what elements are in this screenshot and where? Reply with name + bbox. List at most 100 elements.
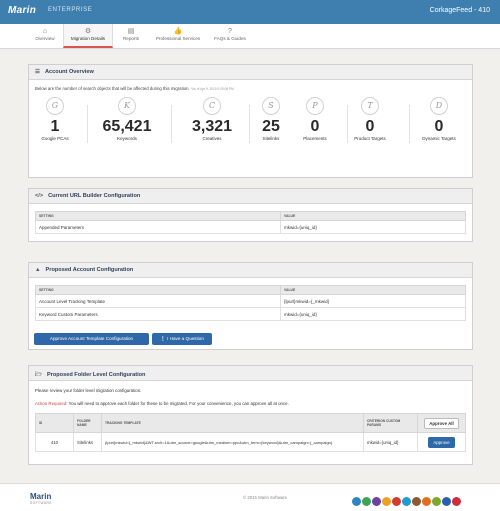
- panel-header: ▲ Proposed Account Configuration: [29, 263, 472, 278]
- footer-logo: Marin: [30, 492, 52, 501]
- approve-account-template-button[interactable]: Approve Account Template Configuration: [34, 333, 149, 345]
- table-row: Appended Parameters mkwid={uniq_id}: [35, 220, 466, 234]
- partner-logo-icon[interactable]: [362, 497, 371, 506]
- creative-icon: C: [203, 97, 221, 115]
- column-header: TRACKING TEMPLATE: [101, 413, 364, 433]
- dynamic-target-icon: D: [430, 97, 448, 115]
- partner-logo-icon[interactable]: [432, 497, 441, 506]
- partner-logo-icon[interactable]: [402, 497, 411, 506]
- setting-cell: Account Level Tracking Template: [35, 294, 281, 308]
- setting-cell: Appended Parameters: [35, 220, 281, 234]
- partner-logo-icon[interactable]: [422, 497, 431, 506]
- folder-icon: 🗁: [35, 372, 42, 378]
- keyword-icon: K: [118, 97, 136, 115]
- stat-label: Placements: [303, 136, 327, 141]
- approve-all-cell: Approve All: [417, 413, 466, 433]
- panel-header: 🗁 Proposed Folder Level Configuration: [29, 366, 472, 381]
- top-bar: Marin ENTERPRISE CorkageFeed - 410: [0, 0, 500, 24]
- account-overview-panel: ☰ Account Overview Below are the number o…: [28, 64, 473, 178]
- column-header: FOLDER NAME: [73, 413, 102, 433]
- partner-logo-icon[interactable]: [392, 497, 401, 506]
- overview-intro: Below are the number of search objects t…: [35, 86, 234, 91]
- stat-label: Creatives: [202, 136, 222, 141]
- intro-text: Below are the number of search objects t…: [35, 86, 190, 91]
- column-header: CRITERION CUSTOM PARAMS: [363, 413, 418, 433]
- as-of-date: *As of Apr 9, 2015 9:29:06 PM: [190, 87, 234, 91]
- table-header-row: SETTING VALUE: [35, 211, 466, 221]
- folder-table: ID FOLDER NAME TRACKING TEMPLATE CRITERI…: [35, 413, 466, 452]
- table-row: 410 Sitelinks {lpurl}mkwid={_mkwid}&WT.s…: [35, 432, 466, 452]
- gear-icon: ⚙: [84, 28, 92, 35]
- partner-logo-icon[interactable]: [352, 497, 361, 506]
- question-button[interactable]: ❕ I Have a Question: [152, 333, 212, 345]
- panel-title: Account Overview: [45, 69, 94, 75]
- google-icon: G: [46, 97, 64, 115]
- url-builder-panel: </> Current URL Builder Configuration SET…: [28, 188, 473, 242]
- partner-logo-icon[interactable]: [442, 497, 451, 506]
- partner-logo-icon[interactable]: [452, 497, 461, 506]
- criterion-params-cell: mkwid={uniq_id}: [363, 432, 418, 452]
- stat-dynamic-targets: D 0 Dynamic Targets: [411, 97, 467, 141]
- tab-reports[interactable]: ▤ Reports: [116, 24, 146, 48]
- footer: Marin SOFTWARE © 2015 Marin Software: [0, 483, 500, 511]
- tab-migration-details[interactable]: ⚙ Migration Details: [63, 24, 113, 48]
- stat-value: 3,321: [191, 118, 233, 135]
- tab-label: Overview: [35, 36, 55, 41]
- divider: [171, 105, 172, 143]
- action-label: Action Required:: [35, 401, 68, 406]
- panel-title: Proposed Folder Level Configuration: [46, 372, 146, 378]
- partner-logo-icon[interactable]: [412, 497, 421, 506]
- panel-header: </> Current URL Builder Configuration: [29, 189, 472, 204]
- tab-faqs-guides[interactable]: ? FAQs & Guides: [209, 24, 251, 48]
- stat-google-pcas: G 1 Google PCAs: [29, 97, 81, 141]
- setting-cell: Keyword Custom Parameters: [35, 307, 281, 321]
- stat-label: Product Targets: [354, 136, 386, 141]
- stat-label: Google PCAs: [41, 136, 69, 141]
- stat-placements: P 0 Placements: [289, 97, 341, 141]
- list-icon: ☰: [35, 69, 41, 75]
- proposed-config-table: SETTING VALUE Account Level Tracking Tem…: [35, 285, 466, 321]
- folder-review-text: Please review your folder level migratio…: [35, 388, 142, 393]
- value-cell: {lpurl}mkwid={_mkwid}: [280, 294, 466, 308]
- proposed-config-panel: ▲ Proposed Account Configuration SETTING …: [28, 262, 473, 350]
- url-builder-table: SETTING VALUE Appended Parameters mkwid=…: [35, 211, 466, 234]
- tab-professional-services[interactable]: 👍 Professional Services: [150, 24, 206, 48]
- stat-keywords: K 65,421 Keywords: [99, 97, 155, 141]
- value-cell: mkwid={uniq_id}: [280, 307, 466, 321]
- value-cell: mkwid={uniq_id}: [280, 220, 466, 234]
- tab-overview[interactable]: ⌂ Overview: [28, 24, 62, 48]
- approve-folder-button[interactable]: Approve: [428, 436, 455, 448]
- marin-logo[interactable]: Marin: [8, 5, 36, 16]
- main-nav: ⌂ Overview ⚙ Migration Details ▤ Reports…: [0, 24, 500, 49]
- home-icon: ⌂: [42, 28, 48, 35]
- stat-value: 0: [310, 118, 320, 135]
- product-target-icon: T: [361, 97, 379, 115]
- action-message: You will need to approve each folder for…: [67, 401, 289, 406]
- footer-logo-sub: SOFTWARE: [30, 501, 52, 505]
- panel-title: Current URL Builder Configuration: [48, 193, 141, 199]
- stat-label: Keywords: [117, 136, 137, 141]
- partner-logo-icon[interactable]: [372, 497, 381, 506]
- tab-label: Professional Services: [155, 36, 201, 41]
- question-button-label: I Have a Question: [167, 336, 204, 341]
- tab-label: FAQs & Guides: [214, 36, 246, 41]
- thumbs-up-icon: 👍: [173, 28, 183, 35]
- stat-value: 0: [434, 118, 444, 135]
- stat-product-targets: T 0 Product Targets: [344, 97, 396, 141]
- tab-label: Reports: [122, 36, 140, 41]
- stat-creatives: C 3,321 Creatives: [184, 97, 240, 141]
- report-icon: ▤: [127, 28, 135, 35]
- divider: [87, 105, 88, 143]
- sitemap-icon: ▲: [35, 267, 41, 273]
- stat-value: 1: [50, 118, 60, 135]
- stat-value: 65,421: [102, 118, 152, 135]
- copyright: © 2015 Marin Software: [243, 495, 288, 500]
- question-icon: ?: [228, 28, 232, 35]
- approve-cell: Approve: [417, 432, 466, 452]
- partner-logo-icon[interactable]: [382, 497, 391, 506]
- column-header: SETTING: [35, 211, 281, 221]
- approve-all-button[interactable]: Approve All: [424, 417, 459, 429]
- table-row: Keyword Custom Parameters mkwid={uniq_id…: [35, 307, 466, 321]
- folder-name-cell: Sitelinks: [73, 432, 102, 452]
- tracking-template-cell: {lpurl}mkwid={_mkwid}&WT.srch=1&utm_sour…: [101, 432, 364, 452]
